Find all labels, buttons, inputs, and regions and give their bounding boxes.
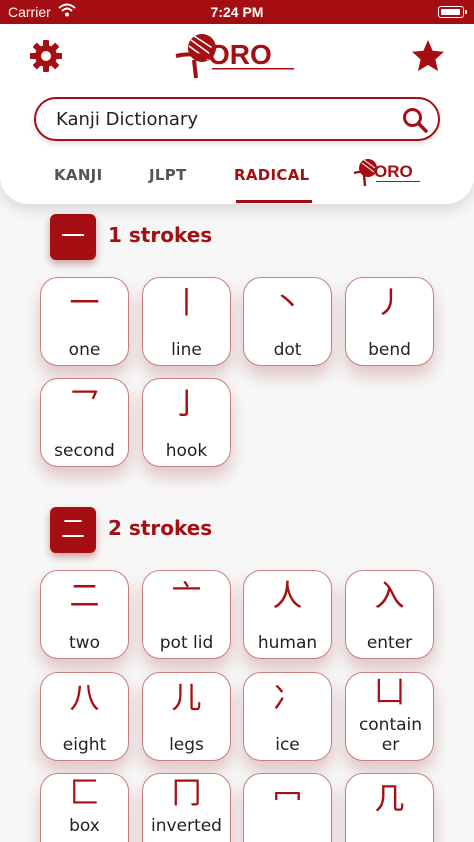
radical-glyph: 一	[69, 286, 100, 321]
radical-card[interactable]: 一 one	[40, 277, 129, 366]
header: ORO KANJI JLPT RADICAL ORO	[0, 24, 474, 204]
radical-label: enter	[366, 633, 413, 653]
section-title: 1 strokes	[108, 223, 213, 247]
radical-glyph: 冂	[171, 776, 202, 811]
gear-icon[interactable]	[28, 38, 64, 74]
radical-label: inverted	[151, 816, 222, 836]
radical-card[interactable]: 儿 legs	[142, 672, 231, 761]
radical-label: dot	[273, 340, 302, 360]
radical-label: line	[171, 340, 202, 360]
radical-glyph: 匚	[69, 776, 100, 811]
tab-radical[interactable]: RADICAL	[234, 166, 309, 184]
search-icon[interactable]	[402, 107, 428, 133]
star-icon[interactable]	[410, 38, 446, 74]
radical-label: one	[68, 340, 101, 360]
radical-card[interactable]: 丶 dot	[243, 277, 332, 366]
tab-jlpt[interactable]: JLPT	[149, 166, 187, 184]
radical-glyph: 入	[374, 579, 405, 614]
radical-label: pot lid	[159, 633, 214, 653]
radical-glyph: 人	[272, 579, 303, 614]
svg-text:ORO: ORO	[208, 39, 272, 70]
radical-label: second	[54, 441, 115, 461]
radical-card[interactable]: 八 eight	[40, 672, 129, 761]
radical-card[interactable]: 冖	[243, 773, 332, 842]
radical-label: human	[257, 633, 318, 653]
radical-card[interactable]: 冫 ice	[243, 672, 332, 761]
radical-label: box	[69, 816, 100, 836]
radical-card[interactable]: 亠 pot lid	[142, 570, 231, 659]
radical-glyph: 丿	[374, 286, 405, 321]
radical-list[interactable]: 一 1 strokes 一 one 丨 line 丶 dot 丿 bend 乛 …	[0, 204, 474, 842]
radical-glyph: 丨	[171, 286, 202, 321]
radical-card[interactable]: 人 human	[243, 570, 332, 659]
radical-glyph: 凵	[374, 675, 405, 710]
tab-poro-logo[interactable]: ORO	[352, 156, 424, 188]
radical-glyph: 八	[69, 681, 100, 716]
radical-label: ice	[275, 735, 300, 755]
radical-label: hook	[165, 441, 208, 461]
tab-kanji[interactable]: KANJI	[54, 166, 102, 184]
status-time: 7:24 PM	[210, 4, 264, 20]
section-icon: 二	[50, 507, 96, 553]
search-bar[interactable]	[34, 97, 440, 141]
section-icon: 一	[50, 214, 96, 260]
radical-label: legs	[169, 735, 204, 755]
radical-card[interactable]: 入 enter	[345, 570, 434, 659]
radical-label: bend	[368, 340, 411, 360]
radical-card[interactable]: 丨 line	[142, 277, 231, 366]
radical-glyph: 亠	[171, 579, 202, 614]
radical-label: eight	[62, 735, 107, 755]
radical-glyph: 二	[69, 579, 100, 614]
radical-glyph: 亅	[171, 387, 202, 422]
radical-glyph: 冖	[272, 782, 303, 817]
radical-glyph: 丶	[272, 286, 303, 321]
radical-glyph: 乛	[69, 387, 100, 422]
battery-icon	[438, 6, 467, 18]
radical-card[interactable]: 几	[345, 773, 434, 842]
status-bar: Carrier 7:24 PM	[0, 0, 474, 24]
radical-card[interactable]: 亅 hook	[142, 378, 231, 467]
radical-card[interactable]: 丿 bend	[345, 277, 434, 366]
radical-label: contain er	[358, 715, 423, 755]
radical-card[interactable]: 乛 second	[40, 378, 129, 467]
radical-glyph: 儿	[171, 681, 202, 716]
radical-glyph: 冫	[272, 681, 303, 716]
radical-label: two	[69, 633, 100, 653]
poro-logo: ORO	[175, 34, 294, 79]
radical-card[interactable]: 匚 box	[40, 773, 129, 842]
radical-glyph: 几	[374, 782, 405, 817]
svg-text:ORO: ORO	[374, 162, 413, 181]
radical-card[interactable]: 凵 contain er	[345, 672, 434, 761]
active-tab-indicator	[236, 200, 312, 203]
search-input[interactable]	[56, 109, 386, 130]
radical-card[interactable]: 冂 inverted	[142, 773, 231, 842]
section-title: 2 strokes	[108, 516, 213, 540]
radical-card[interactable]: 二 two	[40, 570, 129, 659]
